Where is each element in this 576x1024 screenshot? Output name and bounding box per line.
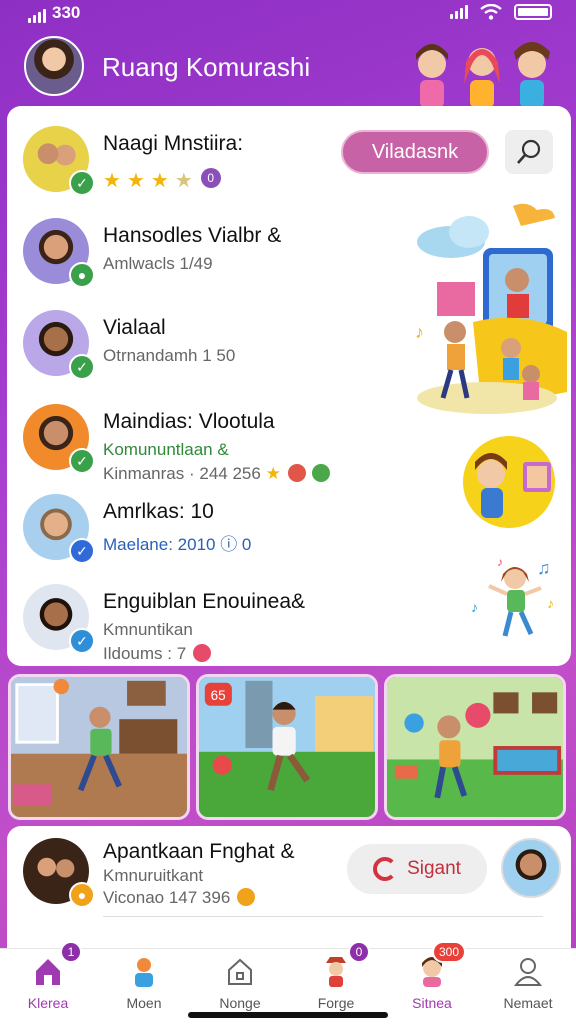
- tab-people[interactable]: Moen: [96, 955, 192, 1019]
- house-outline-icon: [224, 955, 256, 987]
- star-icon: ★: [150, 170, 169, 192]
- check-badge-icon: ✓: [69, 354, 95, 380]
- tab-badge: 0: [348, 941, 370, 963]
- member-meta: Amlwacls 1/49: [103, 254, 213, 273]
- member-avatar: ●: [23, 218, 95, 288]
- signup-button[interactable]: Sigant: [347, 844, 487, 894]
- tab-label: Nonge: [219, 995, 261, 1011]
- tab-home[interactable]: 1 Klerea: [0, 941, 96, 1019]
- online-badge-icon: ✓: [69, 170, 95, 196]
- member-name: Enguiblan Enouinea&: [103, 590, 306, 613]
- star-icon: ★: [126, 170, 145, 192]
- members-card: ✓ Naagi Mnstiira: ★ ★ ★ ★ 0 Viladasnk ● …: [7, 106, 571, 666]
- star-badge-icon: ●: [69, 882, 95, 908]
- kids-illustration: [416, 42, 550, 108]
- member-avatar: ✓: [23, 126, 95, 196]
- dancing-girl-illustration: ♫ ♪ ♪ ♪: [471, 555, 554, 637]
- avatar-icon: 300: [416, 941, 466, 987]
- tab-label: Sitnea: [412, 995, 452, 1011]
- tab-badge: 300: [431, 941, 466, 963]
- app-header: Ruang Komurashi: [0, 30, 576, 108]
- status-right: [450, 4, 552, 20]
- check-badge-icon: ✓: [69, 448, 95, 474]
- member-name: Maindias: Vlootula: [103, 410, 275, 433]
- member-meta: Otrnandamh 1 50: [103, 346, 236, 365]
- svg-text:♪: ♪: [415, 322, 424, 342]
- character-icon: 0: [320, 941, 370, 987]
- member-row[interactable]: ✓ Naagi Mnstiira: ★ ★ ★ ★ 0 Viladasnk: [7, 110, 571, 200]
- photo-card[interactable]: [8, 674, 190, 820]
- user-avatar[interactable]: [24, 36, 84, 96]
- featured-title: Apantkaan Fnghat &: [103, 840, 295, 863]
- emoji-icon: [192, 644, 211, 662]
- cta-button[interactable]: Viladasnk: [341, 130, 489, 174]
- page-title: Ruang Komurashi: [102, 52, 311, 82]
- photo-badge: 65: [211, 688, 226, 703]
- chat-badge-icon: ●: [69, 262, 95, 288]
- svg-text:♪: ♪: [547, 595, 554, 611]
- rating-stars: ★ ★ ★ ★ 0: [103, 168, 221, 193]
- svg-text:♫: ♫: [537, 558, 551, 578]
- member-avatar: ✓: [23, 494, 95, 564]
- member-avatar: ●: [23, 838, 95, 908]
- star-icon: ★: [174, 170, 193, 192]
- girl-painting-illustration: [463, 436, 555, 528]
- signup-label: Sigant: [407, 858, 461, 879]
- home-icon: 1: [32, 941, 82, 987]
- member-meta: Komununtlaan &: [103, 440, 229, 459]
- cell-signal-icon-right: [450, 5, 468, 19]
- member-name: Naagi Mnstiira:: [103, 132, 244, 155]
- tab-label: Nemaet: [503, 995, 553, 1011]
- divider: [103, 916, 543, 917]
- featured-meta-2: Viconao 147 396: [103, 888, 256, 908]
- featured-meta: Kmnuruitkant: [103, 866, 204, 885]
- member-name: Hansodles Vialbr &: [103, 224, 282, 247]
- cell-signal-icon: [28, 9, 46, 23]
- member-meta: Maelane: 2010 ⓘ 0: [103, 535, 252, 554]
- battery-icon: [514, 4, 552, 20]
- star-icon: ★: [103, 170, 121, 192]
- member-avatar: ✓: [23, 310, 95, 380]
- people-icon: [128, 955, 160, 987]
- svg-text:♪: ♪: [497, 555, 503, 569]
- search-icon: [517, 139, 541, 164]
- search-button[interactable]: [505, 130, 553, 174]
- home-indicator[interactable]: [188, 1012, 388, 1018]
- photo-card[interactable]: [384, 674, 566, 820]
- member-avatar: ✓: [23, 404, 95, 474]
- friend-avatar[interactable]: [501, 838, 561, 898]
- status-time: 330: [52, 3, 81, 22]
- tab-house[interactable]: Nonge: [192, 955, 288, 1019]
- rating-badge: 0: [200, 168, 221, 188]
- wifi-icon: [480, 4, 502, 20]
- svg-text:♪: ♪: [471, 599, 478, 615]
- member-avatar: ✓: [23, 584, 95, 654]
- member-name: Vialaal: [103, 316, 166, 339]
- tab-avatar[interactable]: 300 Sitnea: [384, 941, 480, 1019]
- signup-icon: [373, 857, 398, 881]
- tab-character[interactable]: 0 Forge: [288, 941, 384, 1019]
- tab-label: Moen: [126, 995, 162, 1011]
- status-bar: 330: [0, 0, 576, 26]
- member-name: Amrlkas: 10: [103, 500, 214, 523]
- tab-badge: 1: [60, 941, 82, 963]
- twitter-badge-icon: ✓: [69, 628, 95, 654]
- tab-profile[interactable]: Nemaet: [480, 955, 576, 1019]
- member-meta: Kmnuntikan: [103, 620, 193, 639]
- profile-icon: [512, 955, 544, 987]
- tab-label: Forge: [317, 995, 355, 1011]
- kids-tablet-illustration: ♪: [415, 203, 567, 414]
- heart-emoji-icon: [237, 888, 256, 906]
- chat-badge-icon: ✓: [69, 538, 95, 564]
- tab-label: Klerea: [27, 995, 69, 1011]
- photo-card[interactable]: 65: [196, 674, 378, 820]
- status-left: 330: [28, 3, 80, 23]
- photo-strip: 65: [8, 674, 568, 822]
- member-meta-2: Ildoums : 7: [103, 644, 211, 664]
